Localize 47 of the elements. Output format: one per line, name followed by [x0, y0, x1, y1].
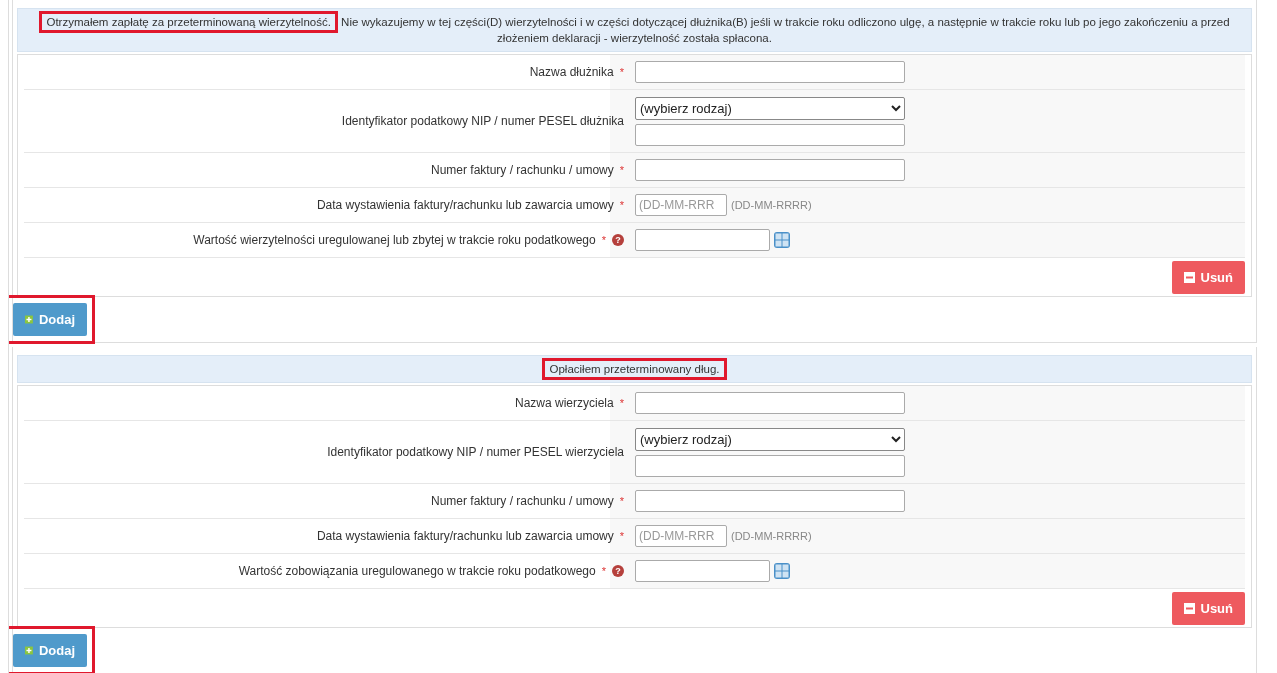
required-asterisk: *	[619, 66, 624, 78]
field-label: Identyfikator podatkowy NIP / numer PESEL wierzyciela	[327, 445, 624, 459]
field-label: Nazwa wierzyciela	[515, 396, 614, 410]
remove-button[interactable]: Usuń	[1171, 260, 1245, 294]
field-label: Identyfikator podatkowy NIP / numer PESEL dłużnika	[341, 114, 624, 128]
amount-field[interactable]	[635, 560, 770, 582]
field-label: Nazwa dłużnika	[529, 65, 614, 79]
required-asterisk: *	[619, 495, 624, 507]
date-format-hint: (DD-MM-RRRR)	[731, 530, 812, 542]
add-button[interactable]: Dodaj	[13, 303, 87, 336]
required-asterisk: *	[601, 565, 606, 577]
date-field[interactable]: (DD-MM-RRR	[635, 525, 727, 547]
required-asterisk: *	[601, 234, 606, 246]
field-label: Data wystawienia faktury/rachunku lub zawarcia umowy	[316, 198, 614, 212]
plus-icon	[25, 645, 33, 656]
amount-field[interactable]	[635, 229, 770, 251]
section-title: Opłaciłem przeterminowany dług.	[549, 363, 720, 375]
field-label: Wartość zobowiązania uregulowanego w trakcie roku podatkowego	[238, 564, 596, 578]
required-asterisk: *	[619, 397, 624, 409]
type-dropdown[interactable]: (wybierz rodzaj)	[635, 427, 905, 451]
field-label: Numer faktury / rachunku / umowy	[431, 494, 614, 508]
add-button[interactable]: Dodaj	[13, 634, 87, 667]
plus-icon	[25, 314, 33, 325]
field-label: Numer faktury / rachunku / umowy	[431, 163, 614, 177]
date-format-hint: (DD-MM-RRRR)	[731, 199, 812, 211]
text-field[interactable]	[635, 392, 905, 414]
text-field[interactable]	[635, 61, 905, 83]
remove-button[interactable]: Usuń	[1171, 591, 1245, 625]
field-label: Data wystawienia faktury/rachunku lub zawarcia umowy	[316, 529, 614, 543]
minus-icon	[1183, 271, 1195, 283]
section-title: Otrzymałem zapłatę za przeterminowaną wierzytelność.	[46, 16, 331, 28]
required-asterisk: *	[619, 164, 624, 176]
id-field[interactable]	[635, 454, 905, 477]
text-field[interactable]	[635, 490, 905, 512]
calculator-icon[interactable]	[774, 232, 790, 248]
required-asterisk: *	[619, 199, 624, 211]
field-label: Wartość wierzytelności uregulowanej lub zbytej w trakcie roku podatkowego	[193, 233, 596, 247]
section-note: Nie wykazujemy w tej części(D) wierzytelności i w części dotyczącej dłużnika(B) jeśli w trakcie roku odliczono ulgę, a następnie w trakcie roku lub po jego zakończeniu a przed złożeniem deklaracji - wierzytelność została spłacona.	[341, 16, 1230, 44]
calculator-icon[interactable]	[774, 563, 790, 579]
text-field[interactable]	[635, 159, 905, 181]
help-icon[interactable]: ?	[612, 565, 624, 577]
minus-icon	[1183, 602, 1195, 614]
id-field[interactable]	[635, 123, 905, 146]
date-field[interactable]: (DD-MM-RRR	[635, 194, 727, 216]
required-asterisk: *	[619, 530, 624, 542]
help-icon[interactable]: ?	[612, 234, 624, 246]
type-dropdown[interactable]: (wybierz rodzaj)	[635, 96, 905, 120]
